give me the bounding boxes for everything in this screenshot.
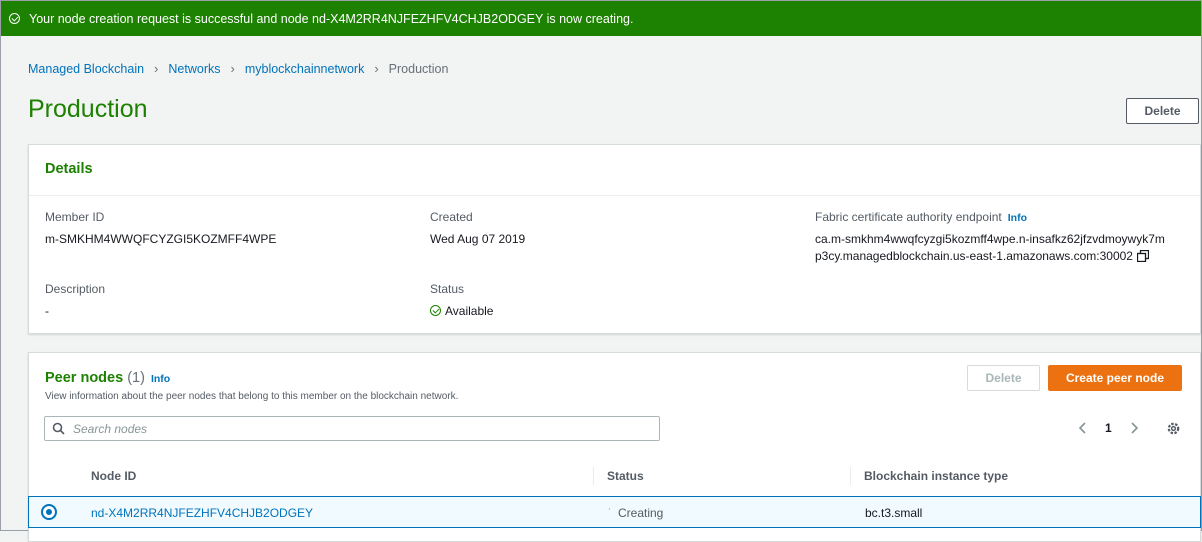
breadcrumb-current: Production bbox=[388, 61, 449, 76]
ca-endpoint-line2: p3cy.managedblockchain.us-east-1.amazona… bbox=[815, 249, 1133, 263]
column-divider bbox=[850, 467, 851, 485]
ca-endpoint-line1: ca.m-smkhm4wwqfcyzgi5kozmff4wpe.n-insafk… bbox=[815, 232, 1165, 246]
ca-endpoint-line2-wrap: p3cy.managedblockchain.us-east-1.amazona… bbox=[815, 249, 1149, 263]
table-row[interactable]: nd-X4M2RR4NJFEZHFV4CHJB2ODGEY ˙ Creating … bbox=[28, 496, 1201, 528]
node-id-link[interactable]: nd-X4M2RR4NJFEZHFV4CHJB2ODGEY bbox=[91, 506, 313, 520]
member-id-label: Member ID bbox=[45, 210, 105, 224]
flash-message: Your node creation request is successful… bbox=[29, 11, 634, 26]
created-value: Wed Aug 07 2019 bbox=[430, 232, 526, 246]
details-heading: Details bbox=[45, 161, 93, 177]
create-peer-node-button[interactable]: Create peer node bbox=[1048, 365, 1182, 391]
chevron-right-icon[interactable] bbox=[1129, 421, 1139, 435]
divider bbox=[29, 195, 1200, 196]
peer-nodes-heading-wrap: Peer nodes (1) Info bbox=[45, 370, 170, 386]
breadcrumb-networks[interactable]: Networks bbox=[168, 62, 220, 76]
node-instance-type: bc.t3.small bbox=[865, 506, 923, 520]
search-icon bbox=[52, 422, 65, 435]
member-id-value: m-SMKHM4WWQFCYZGI5KOZMFF4WPE bbox=[45, 232, 277, 246]
description-label: Description bbox=[45, 282, 106, 296]
column-header-node-id[interactable]: Node ID bbox=[91, 469, 136, 483]
page-title: Production bbox=[28, 95, 148, 123]
chevron-right-icon: › bbox=[374, 61, 379, 76]
delete-member-button[interactable]: Delete bbox=[1126, 98, 1199, 124]
breadcrumb-managed-blockchain[interactable]: Managed Blockchain bbox=[28, 62, 144, 76]
column-header-status[interactable]: Status bbox=[607, 469, 644, 483]
peer-nodes-count: (1) bbox=[127, 370, 145, 386]
settings-gear-icon[interactable] bbox=[1166, 421, 1181, 436]
search-input[interactable] bbox=[44, 416, 660, 441]
status-text: Available bbox=[445, 304, 494, 318]
chevron-right-icon: › bbox=[154, 61, 159, 76]
status-label: Status bbox=[430, 282, 465, 296]
loading-spinner-icon: ˙ bbox=[608, 506, 612, 520]
peer-info-link[interactable]: Info bbox=[151, 373, 170, 385]
description-value: - bbox=[45, 304, 49, 318]
delete-peer-button[interactable]: Delete bbox=[967, 365, 1040, 391]
copy-icon[interactable] bbox=[1136, 250, 1149, 262]
radio-selected-icon[interactable] bbox=[41, 504, 57, 520]
success-check-icon bbox=[430, 305, 441, 316]
peer-nodes-heading: Peer nodes bbox=[45, 370, 124, 386]
ca-endpoint-label: Fabric certificate authority endpoint Inf… bbox=[815, 210, 1027, 224]
peer-nodes-description: View information about the peer nodes th… bbox=[45, 391, 459, 402]
chevron-left-icon[interactable] bbox=[1078, 421, 1088, 435]
breadcrumb-network[interactable]: myblockchainnetwork bbox=[245, 62, 365, 76]
ca-info-link[interactable]: Info bbox=[1008, 212, 1027, 224]
ca-endpoint-label-text: Fabric certificate authority endpoint bbox=[815, 210, 1002, 224]
node-status: ˙ Creating bbox=[608, 506, 663, 520]
breadcrumb: Managed Blockchain › Networks › myblockc… bbox=[28, 61, 448, 76]
chevron-right-icon: › bbox=[230, 61, 235, 76]
created-label: Created bbox=[430, 210, 473, 224]
column-divider bbox=[593, 467, 594, 485]
column-header-instance-type[interactable]: Blockchain instance type bbox=[864, 469, 1008, 483]
success-flashbar: Your node creation request is successful… bbox=[1, 1, 1201, 36]
status-value: Available bbox=[430, 304, 493, 318]
page-number[interactable]: 1 bbox=[1105, 421, 1112, 435]
node-status-text: Creating bbox=[618, 506, 664, 520]
success-check-icon bbox=[9, 13, 20, 24]
